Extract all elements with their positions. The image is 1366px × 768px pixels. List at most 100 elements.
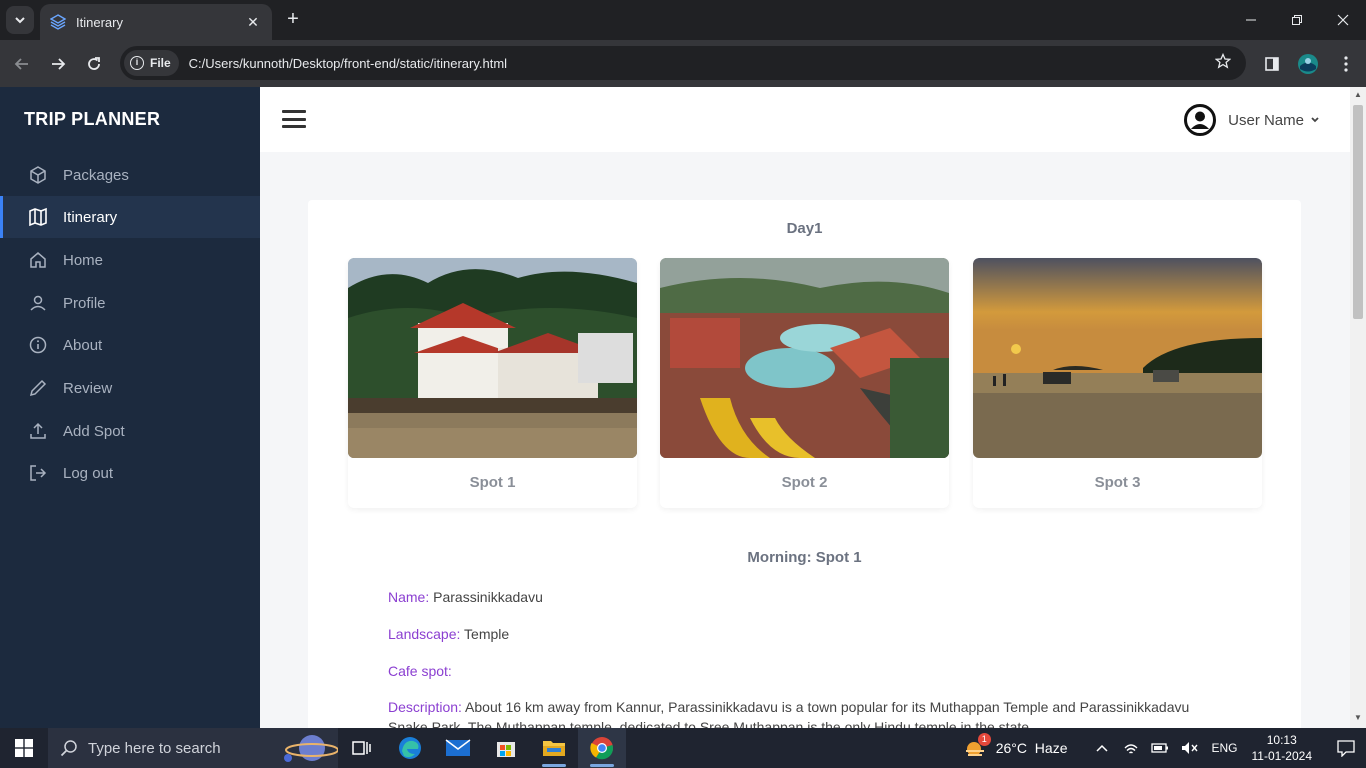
field-cafe-key: Cafe spot:: [388, 663, 452, 679]
page-scrollbar[interactable]: ▲ ▼: [1350, 87, 1366, 728]
reload-icon: [88, 57, 100, 70]
sidebar-item-label: Add Spot: [63, 422, 125, 440]
volume-muted-icon[interactable]: [1181, 741, 1199, 755]
tab-title: Itinerary: [76, 14, 123, 30]
browser-toolbar: i File C:/Users/kunnoth/Desktop/front-en…: [0, 40, 1366, 87]
sidebar-item-profile[interactable]: Profile: [0, 282, 260, 324]
site-info-chip[interactable]: i File: [124, 50, 179, 76]
brand-title: TRIP PLANNER: [24, 109, 161, 129]
sidebar-item-packages[interactable]: Packages: [0, 154, 260, 196]
field-cafe: Cafe spot:: [388, 663, 452, 679]
url-text[interactable]: C:/Users/kunnoth/Desktop/front-end/stati…: [189, 56, 1208, 71]
spot-label: Spot 2: [781, 474, 828, 491]
spot-card-2[interactable]: Spot 2: [660, 258, 949, 508]
spot-card-3[interactable]: Spot 3: [973, 258, 1262, 508]
sidebar-item-home[interactable]: Home: [0, 239, 260, 281]
scrollbar-thumb[interactable]: [1353, 105, 1363, 319]
field-description-value: About 16 km away from Kannur, Parassinik…: [388, 699, 1190, 728]
sidebar-item-label: Review: [63, 379, 113, 397]
forward-button[interactable]: [44, 50, 72, 78]
user-menu[interactable]: User Name: [1184, 104, 1320, 136]
sidebar-item-label: Profile: [63, 294, 106, 312]
field-description: Description: About 16 km away from Kannu…: [388, 697, 1208, 728]
sidebar-item-label: Itinerary: [63, 208, 118, 226]
pencil-icon: [29, 379, 47, 397]
user-name: User Name: [1228, 111, 1304, 129]
field-description-key: Description:: [388, 699, 462, 715]
chrome-icon: [590, 737, 614, 760]
restore-icon: [1292, 15, 1302, 25]
windows-taskbar: Type here to search 1 26°C Haze ENG 10:1…: [0, 728, 1366, 768]
profile-button[interactable]: [1294, 50, 1322, 78]
sidebar-item-label: Packages: [63, 166, 129, 184]
weather-widget[interactable]: 1 26°C Haze: [964, 733, 1068, 759]
bookmark-star-icon[interactable]: [1208, 52, 1238, 74]
page-viewport: TRIP PLANNER Packages Itinerary Home Pro…: [0, 87, 1366, 728]
back-button[interactable]: [8, 50, 36, 78]
battery-icon[interactable]: [1151, 742, 1169, 754]
chevron-up-icon[interactable]: [1095, 743, 1109, 753]
weather-text: 26°C Haze: [995, 740, 1068, 756]
sidebar-item-label: About: [63, 336, 103, 354]
taskbar-chrome[interactable]: [578, 728, 626, 768]
hamburger-menu-icon[interactable]: [282, 110, 306, 128]
sidebar-item-add-spot[interactable]: Add Spot: [0, 410, 260, 452]
profile-avatar-icon: [1298, 54, 1318, 74]
search-highlight-icon: [284, 735, 338, 762]
logout-icon: [30, 465, 47, 481]
task-view-button[interactable]: [338, 728, 386, 768]
tab-search-button[interactable]: [6, 6, 34, 34]
restore-button[interactable]: [1274, 0, 1320, 40]
system-tray: 1 26°C Haze ENG 10:13 11-01-2024: [964, 728, 1366, 768]
sidebar-item-label: Log out: [63, 464, 114, 482]
search-icon: [60, 740, 77, 757]
scroll-down-icon[interactable]: ▼: [1354, 713, 1362, 722]
sidebar-item-logout[interactable]: Log out: [0, 452, 260, 494]
taskbar-edge[interactable]: [386, 728, 434, 768]
field-landscape-key: Landscape:: [388, 626, 461, 642]
user-icon: [30, 295, 46, 311]
sidebar-item-about[interactable]: About: [0, 324, 260, 366]
address-bar[interactable]: i File C:/Users/kunnoth/Desktop/front-en…: [120, 46, 1246, 80]
field-landscape-value: Temple: [464, 626, 510, 642]
notifications-button[interactable]: [1326, 728, 1366, 768]
arrow-left-icon: [14, 58, 28, 70]
layers-icon: [50, 14, 66, 30]
taskbar-mail[interactable]: [434, 728, 482, 768]
taskbar-search[interactable]: Type here to search: [48, 728, 338, 768]
new-tab-button[interactable]: +: [282, 8, 304, 30]
close-window-button[interactable]: [1320, 0, 1366, 40]
spot-2-image: [660, 258, 949, 458]
chevron-down-icon: [1311, 117, 1319, 123]
wifi-icon[interactable]: [1123, 741, 1139, 755]
minimize-button[interactable]: [1228, 0, 1274, 40]
folder-icon: [543, 741, 565, 756]
spot-1-image: [348, 258, 637, 458]
reload-button[interactable]: [80, 50, 108, 78]
windows-logo-icon: [15, 739, 33, 757]
side-panel-button[interactable]: [1258, 50, 1286, 78]
arrow-right-icon: [52, 58, 66, 70]
close-icon: [1337, 14, 1349, 26]
info-icon: [29, 336, 47, 354]
weather-badge: 1: [977, 733, 991, 746]
site-info-label: File: [150, 56, 171, 70]
scroll-up-icon[interactable]: ▲: [1354, 90, 1362, 99]
spot-label: Spot 1: [469, 474, 516, 491]
session-title: Morning: Spot 1: [747, 549, 862, 566]
spot-card-1[interactable]: Spot 1: [348, 258, 637, 508]
edge-icon: [399, 737, 421, 759]
sidebar-item-review[interactable]: Review: [0, 367, 260, 409]
taskbar-store[interactable]: [482, 728, 530, 768]
side-panel-icon: [1265, 57, 1279, 71]
browser-menu-button[interactable]: [1332, 50, 1360, 78]
clock[interactable]: 10:13 11-01-2024: [1252, 732, 1313, 764]
close-tab-icon[interactable]: ✕: [244, 14, 262, 31]
user-avatar-icon: [1184, 104, 1217, 136]
taskbar-file-explorer[interactable]: [530, 728, 578, 768]
sidebar-item-itinerary[interactable]: Itinerary: [0, 196, 260, 238]
language-indicator[interactable]: ENG: [1211, 741, 1237, 755]
browser-tab-itinerary[interactable]: Itinerary ✕: [40, 4, 272, 40]
start-button[interactable]: [0, 728, 48, 768]
more-vertical-icon: [1344, 56, 1348, 72]
